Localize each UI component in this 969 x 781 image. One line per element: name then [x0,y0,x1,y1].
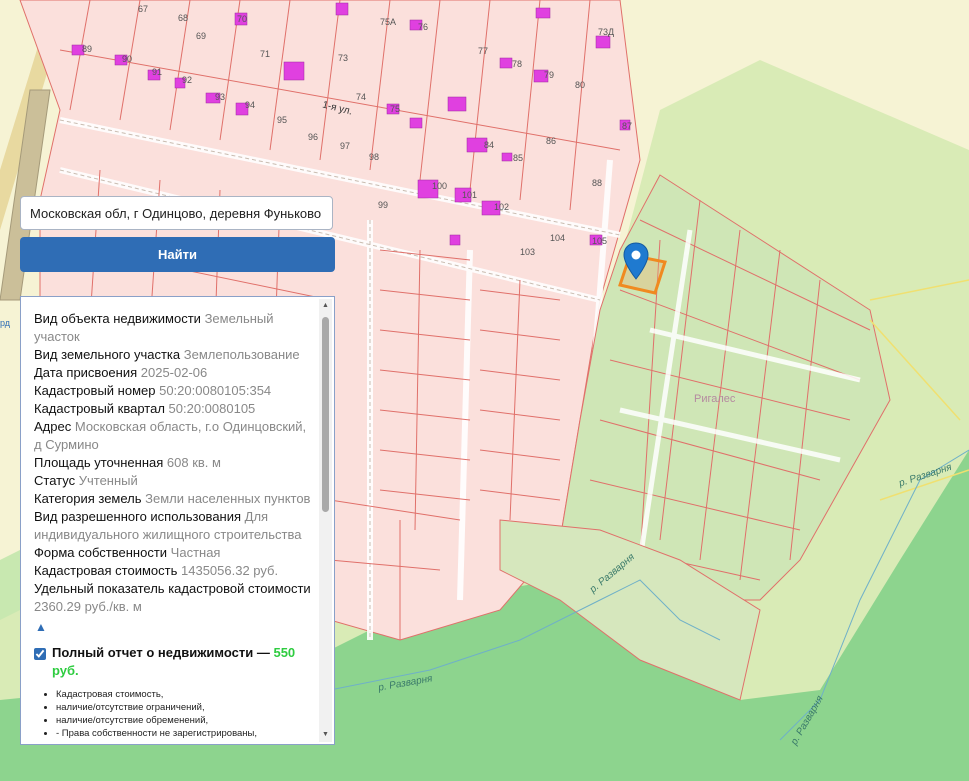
lot-label: 85 [513,153,524,163]
info-key: Кадастровый квартал [34,401,165,416]
lot-label: 73Д [598,27,615,37]
lot-label: 89 [82,44,93,54]
info-row: Удельный показатель кадастровой стоимост… [34,580,316,616]
info-key: Категория земель [34,491,142,506]
info-key: Статус [34,473,76,488]
info-row: Площадь уточненная 608 кв. м [34,454,316,472]
lot-label: 104 [550,233,566,243]
info-value: Земли населенных пунктов [145,491,311,506]
info-value: 608 кв. м [166,455,221,470]
lot-label: 87 [622,121,633,131]
info-content: Вид объекта недвижимости Земельный участ… [21,297,316,744]
info-key: Удельный показатель кадастровой стоимост… [34,581,311,596]
lot-label: 77 [478,46,489,56]
lot-label: 101 [462,190,478,200]
lot-label: 67 [138,4,149,14]
lot-label: 93 [215,92,226,102]
scroll-down-arrow-icon[interactable]: ▼ [319,730,332,740]
lot-label: 78 [512,59,523,69]
info-value: 50:20:0080105 [168,401,256,416]
property-info-panel[interactable]: Вид объекта недвижимости Земельный участ… [20,296,335,745]
info-value: 2025-02-06 [140,365,208,380]
report-item: - Права собственности не зарегистрирован… [56,727,316,740]
lot-label: 92 [182,75,193,85]
info-row: Вид разрешенного использования Для индив… [34,508,316,544]
lot-label: 97 [340,141,351,151]
lot-label: 73 [338,53,349,63]
lot-label: 99 [378,200,389,210]
lot-label: 84 [484,140,495,150]
full-report-title: Полный отчет о недвижимости — 550 руб. [52,644,316,680]
address-search-input[interactable] [20,196,333,230]
map-pin-icon[interactable] [623,242,649,280]
lot-label: 86 [546,136,557,146]
info-key: Площадь уточненная [34,455,164,470]
lot-label: 95 [277,115,288,125]
info-key: Форма собственности [34,545,168,560]
report-title-text: Полный отчет о недвижимости — [52,645,270,660]
lot-label: 94 [245,100,256,110]
lot-label: 100 [432,181,448,191]
report-item: наличие/отсутствие ограничений, [56,701,316,714]
lot-label: 79 [544,70,555,80]
info-value: Учтенный [78,473,138,488]
info-value: 1435056.32 руб. [181,563,279,578]
info-key: Кадастровый номер [34,383,156,398]
info-value: Частная [170,545,221,560]
info-key: Дата присвоения [34,365,138,380]
lot-label: 90 [122,54,133,64]
lot-label: 103 [520,247,536,257]
info-key: Вид земельного участка [34,347,181,362]
lot-label: 91 [152,67,163,77]
info-key: Вид объекта недвижимости [34,311,201,326]
find-button[interactable]: Найти [20,237,335,272]
lot-label: 75А [380,17,397,27]
info-row: Статус Учтенный [34,472,316,490]
lot-label: 75 [390,104,401,114]
full-report-option[interactable]: Полный отчет о недвижимости — 550 руб. [34,644,316,680]
panel-scrollbar[interactable]: ▲ ▼ [319,299,332,742]
lot-label: 71 [260,49,271,59]
lot-label: 98 [369,152,380,162]
report-item: наличие/отсутствие обременений, [56,714,316,727]
report-items-list: Кадастровая стоимость, наличие/отсутстви… [34,688,316,740]
lot-label: 105 [592,236,608,246]
lot-label: 76 [418,22,429,32]
info-row: Категория земель Земли населенных пункто… [34,490,316,508]
info-key: Вид разрешенного использования [34,509,242,524]
info-row: Адрес Московская область, г.о Одинцовски… [34,418,316,454]
info-value: Московская область, г.о Одинцовский, д С… [34,419,307,452]
report-item: Кадастровая стоимость, [56,688,316,701]
lot-label: 68 [178,13,189,23]
info-value: Землепользование [183,347,300,362]
lot-label: 80 [575,80,586,90]
scroll-up-arrow-icon[interactable]: ▲ [319,301,332,311]
lot-label: 102 [494,202,510,212]
left-edge-label: рд [0,318,11,328]
lot-label: 69 [196,31,207,41]
full-report-checkbox[interactable] [34,648,46,660]
collapse-arrow-icon[interactable]: ▲ [35,620,316,634]
info-row: Вид земельного участка Землепользование [34,346,316,364]
info-value: 50:20:0080105:354 [159,383,272,398]
scrollbar-thumb[interactable] [322,317,329,512]
info-row: Кадастровый квартал 50:20:0080105 [34,400,316,418]
info-row: Дата присвоения 2025-02-06 [34,364,316,382]
info-row: Кадастровый номер 50:20:0080105:354 [34,382,316,400]
info-row: Кадастровая стоимость 1435056.32 руб. [34,562,316,580]
lot-label: 74 [356,92,367,102]
lot-label: 70 [237,14,248,24]
lot-label: 96 [308,132,319,142]
info-row: Форма собственности Частная [34,544,316,562]
info-row: Вид объекта недвижимости Земельный участ… [34,310,316,346]
info-value: 2360.29 руб./кв. м [34,599,142,614]
info-key: Кадастровая стоимость [34,563,178,578]
lot-label: 88 [592,178,603,188]
info-key: Адрес [34,419,72,434]
area-label: Ригалес [694,393,736,405]
